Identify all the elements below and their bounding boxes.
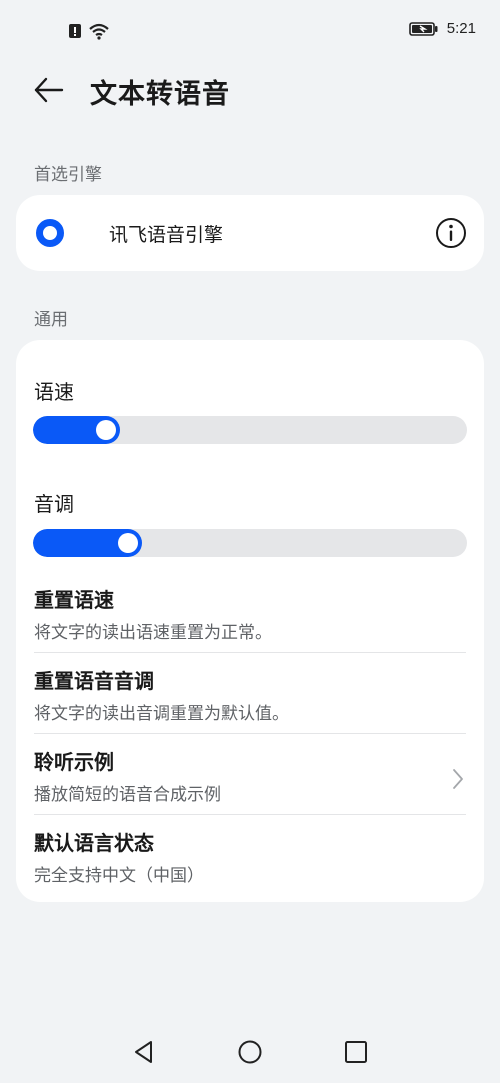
recents-square-icon[interactable] — [342, 1038, 370, 1066]
divider — [34, 733, 466, 734]
divider — [34, 652, 466, 653]
row-title: 聆听示例 — [34, 750, 114, 774]
row-title: 默认语言状态 — [34, 831, 154, 855]
engine-card[interactable]: 讯飞语音引擎 — [16, 195, 484, 271]
status-bar: 5:21 — [0, 0, 500, 62]
general-card: 语速 音调 重置语速 将文字的读出语速重置为正常。 重置语音音调 将文字的读出音… — [16, 340, 484, 902]
default-language-status-row[interactable]: 默认语言状态 完全支持中文（中国） — [34, 821, 466, 902]
reset-speech-rate-row[interactable]: 重置语速 将文字的读出语速重置为正常。 — [34, 578, 466, 659]
status-icons-left — [68, 22, 110, 40]
wifi-icon — [89, 23, 109, 40]
info-icon — [436, 218, 466, 248]
home-circle-icon[interactable] — [236, 1038, 264, 1066]
section-label-preferred-engine: 首选引擎 — [34, 165, 102, 185]
row-subtitle: 完全支持中文（中国） — [34, 866, 204, 886]
system-nav-bar — [0, 1020, 500, 1083]
pitch-slider-thumb[interactable] — [118, 533, 138, 553]
status-icons-right: 5:21 — [408, 20, 476, 37]
status-time: 5:21 — [446, 20, 476, 37]
battery-charging-icon — [408, 21, 438, 36]
engine-radio[interactable] — [36, 219, 64, 247]
info-button[interactable] — [435, 217, 467, 249]
row-subtitle: 将文字的读出音调重置为默认值。 — [34, 704, 289, 724]
alert-icon — [69, 24, 81, 38]
pitch-label: 音调 — [34, 492, 74, 516]
pitch-slider[interactable] — [33, 529, 467, 557]
speech-rate-slider[interactable] — [33, 416, 467, 444]
speech-rate-slider-thumb[interactable] — [96, 420, 116, 440]
page-title: 文本转语音 — [90, 79, 230, 110]
section-label-general: 通用 — [34, 310, 68, 330]
row-title: 重置语速 — [34, 588, 114, 612]
app-header: 文本转语音 — [0, 62, 500, 120]
listen-example-row[interactable]: 聆听示例 播放简短的语音合成示例 — [34, 740, 466, 821]
engine-name: 讯飞语音引擎 — [109, 224, 224, 246]
speech-rate-label: 语速 — [34, 380, 74, 404]
back-button[interactable] — [30, 74, 70, 106]
reset-pitch-row[interactable]: 重置语音音调 将文字的读出音调重置为默认值。 — [34, 659, 466, 740]
divider — [34, 814, 466, 815]
back-triangle-icon[interactable] — [130, 1038, 158, 1066]
chevron-right-icon — [453, 769, 463, 789]
row-title: 重置语音音调 — [34, 669, 154, 693]
arrow-left-icon — [34, 77, 64, 103]
row-subtitle: 将文字的读出语速重置为正常。 — [34, 623, 272, 643]
row-subtitle: 播放简短的语音合成示例 — [34, 785, 221, 805]
